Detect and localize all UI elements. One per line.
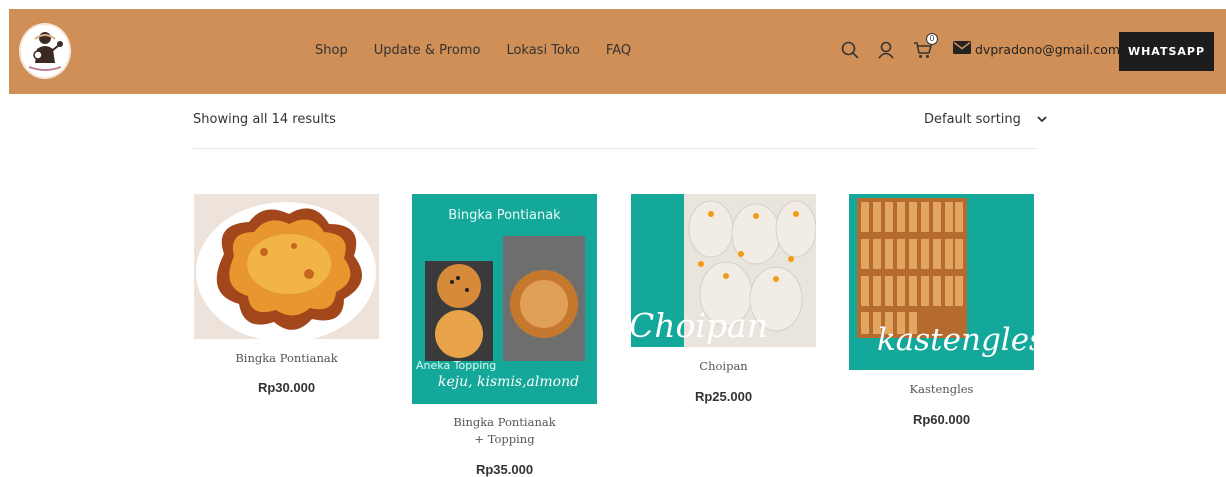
sorting-selected-label: Default sorting [924,112,1021,127]
product-image[interactable]: kastengles [849,194,1034,370]
nav-update-promo[interactable]: Update & Promo [374,43,481,58]
product-card[interactable]: Choipan Choipan Rp25.000 [631,194,816,404]
image-caption-text: Choipan [631,306,768,345]
product-name[interactable]: Kastengles [849,381,1034,398]
chevron-down-icon [1037,112,1047,127]
mail-icon [953,41,971,57]
search-icon[interactable] [839,39,861,61]
product-image[interactable]: Bingka Pontianak Aneka Topping keju, kis… [412,194,597,404]
product-image[interactable] [194,194,379,339]
contact-email[interactable]: dvpradono@gmail.com [953,41,1120,57]
cart-count-badge: 0 [926,33,938,45]
product-price: Rp35.000 [475,462,534,477]
product-image[interactable]: Choipan [631,194,816,347]
toolbar-divider [193,148,1036,149]
user-icon[interactable] [875,39,897,61]
nav-faq[interactable]: FAQ [606,43,631,58]
main-nav: Shop Update & Promo Lokasi Toko FAQ [315,43,657,58]
product-price: Rp30.000 [257,380,316,395]
product-name[interactable]: Choipan [631,358,816,375]
image-title-text: Bingka Pontianak [448,208,561,223]
image-caption-text: kastengles [877,322,1034,358]
sorting-select[interactable]: Default sorting [924,112,1047,127]
product-price: Rp60.000 [912,412,971,427]
product-card[interactable]: Bingka Pontianak Aneka Topping keju, kis… [412,194,597,477]
whatsapp-button[interactable]: WHATSAPP [1119,32,1214,71]
site-logo[interactable] [19,23,71,79]
nav-lokasi-toko[interactable]: Lokasi Toko [506,43,579,58]
nav-shop[interactable]: Shop [315,43,348,58]
image-caption-text: keju, kismis,almond [438,374,580,390]
product-name[interactable]: Bingka Pontianak [194,350,379,367]
email-text: dvpradono@gmail.com [975,41,1121,57]
product-price: Rp25.000 [694,389,753,404]
result-count: Showing all 14 results [193,112,336,127]
cart-icon[interactable]: 0 [912,33,938,61]
image-subtitle-text: Aneka Topping [416,359,497,372]
product-card[interactable]: Bingka Pontianak Rp30.000 [194,194,379,395]
product-name[interactable]: Bingka Pontianak + Topping [412,414,597,448]
product-card[interactable]: kastengles Kastengles Rp60.000 [849,194,1034,427]
site-header: Shop Update & Promo Lokasi Toko FAQ 0 dv… [9,9,1226,94]
